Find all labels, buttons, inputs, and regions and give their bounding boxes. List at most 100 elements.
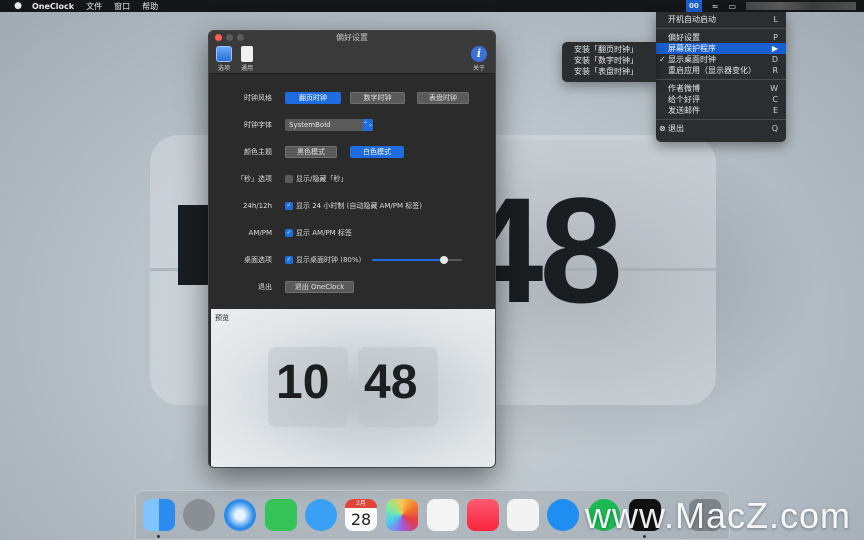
screensaver-submenu: 安装「翻页时钟」 安装「数字时钟」 安装「表盘时钟」 [562,42,656,82]
z-app-icon[interactable] [507,499,539,531]
preferences-window: 偏好设置 选项 通用 i 关于 时钟风格 翻页时钟 数字时钟 表盘时钟 时钟字体… [208,30,496,468]
menu-item-show-desktop-clock[interactable]: ✓ 显示桌面时钟 D [656,54,786,65]
24h-text[interactable]: 显示 24 小时制 (自动隐藏 AM/PM 标签) [296,199,422,213]
submenu-item-install-digital-clock[interactable]: 安装「数字时钟」 [562,55,656,66]
menu-item-label: 偏好设置 [668,33,700,42]
options-icon [216,46,232,62]
menu-item-restart-app[interactable]: 重启应用（显示器变化） R [656,65,786,76]
window-title: 偏好设置 [336,33,368,42]
menu-item-label: 发送邮件 [668,106,700,115]
desktop-clock-checkbox[interactable]: ✓ [285,256,293,264]
menu-item-label: 屏幕保护程序 [668,44,716,53]
ampm-text[interactable]: 显示 AM/PM 标签 [296,226,352,240]
menu-item-send-email[interactable]: 发送邮件 E [656,105,786,116]
flip-clock-button[interactable]: 翻页时钟 [285,92,341,104]
menu-file[interactable]: 文件 [86,1,102,12]
show-seconds-checkbox[interactable] [285,175,293,183]
app-store-icon[interactable] [547,499,579,531]
menu-item-preferences[interactable]: 偏好设置 P [656,32,786,43]
app-menu[interactable]: OneClock [32,2,74,11]
light-mode-button[interactable]: 白色模式 [350,146,404,158]
seconds-row: 「秒」选项 显示/隐藏「秒」 [209,172,495,186]
hour-format-label: 24h/12h [242,202,272,210]
facetime-icon[interactable] [265,499,297,531]
menu-item-rate[interactable]: 给个好评 C [656,94,786,105]
menu-item-author-weibo[interactable]: 作者微博 W [656,83,786,94]
desktop-options-label: 桌面选项 [244,256,272,264]
clock-style-label: 时钟风格 [244,94,272,102]
menu-item-shortcut: P [773,33,778,42]
status-area: 00 ≈ ▭ [685,0,856,12]
music-icon[interactable] [467,499,499,531]
digital-clock-button[interactable]: 数字时钟 [350,92,405,104]
preview-minutes: 48 [364,356,418,409]
quit-oneclock-button[interactable]: 退出 OneClock [285,281,354,293]
menu-separator [656,119,786,120]
finder-icon[interactable] [143,499,175,531]
clock-style-row: 时钟风格 翻页时钟 数字时钟 表盘时钟 [209,91,495,105]
safari-icon[interactable] [224,499,256,531]
calendar-day: 28 [350,510,372,529]
tab-about[interactable]: i 关于 [467,46,491,72]
oneclock-status-menu: 开机自动启动 L 偏好设置 P 屏幕保护程序 ▶ ✓ 显示桌面时钟 D 重启应用（显示器变… [656,12,786,142]
desktop-opacity-slider[interactable] [372,256,462,264]
dial-clock-button[interactable]: 表盘时钟 [417,92,469,104]
slider-knob[interactable] [440,256,448,264]
menu-item-shortcut: R [772,66,778,75]
tab-general-label: 通用 [240,65,253,72]
title-bar[interactable]: 偏好设置 [209,31,495,44]
calendar-icon[interactable]: 2月 28 [345,499,377,531]
blurred-status-items [746,2,856,10]
apple-menu-icon[interactable]: ● [12,1,24,11]
color-theme-row: 颜色主题 黑色模式 白色模式 [209,145,495,159]
menu-item-label: 开机自动启动 [668,15,716,24]
seconds-label: 「秒」选项 [237,175,272,183]
photos-icon[interactable] [386,499,418,531]
show-seconds-text[interactable]: 显示/隐藏「秒」 [296,172,347,186]
running-indicator [157,535,160,538]
menu-item-launch-at-login[interactable]: 开机自动启动 L [656,14,786,25]
submenu-item-install-dial-clock[interactable]: 安装「表盘时钟」 [562,66,656,77]
tab-options[interactable]: 选项 [212,46,236,72]
clock-font-label: 时钟字体 [244,121,272,129]
reminders-icon[interactable] [427,499,459,531]
oneclock-status-icon[interactable]: 00 [685,0,702,12]
24h-checkbox[interactable]: ✓ [285,202,293,210]
tab-options-label: 选项 [217,65,230,72]
menu-separator [656,28,786,29]
info-icon: i [471,46,487,62]
ampm-checkbox[interactable]: ✓ [285,229,293,237]
menu-bar: ● OneClock 文件 窗口 帮助 00 ≈ ▭ [0,0,864,12]
menu-window[interactable]: 窗口 [114,1,130,12]
clock-font-value: SystemBold [289,121,331,129]
messages-icon[interactable] [305,499,337,531]
general-icon [241,46,253,62]
menu-item-shortcut: E [772,106,778,115]
battery-icon[interactable]: ▭ [728,2,736,11]
menu-separator [656,79,786,80]
menu-item-label: 重启应用（显示器变化） [668,66,756,75]
menu-item-shortcut: W [770,84,778,93]
calendar-month: 2月 [345,499,377,508]
tab-general[interactable]: 通用 [235,46,259,72]
ampm-label: AM/PM [248,229,272,237]
ampm-row: AM/PM ✓ 显示 AM/PM 标签 [209,226,495,240]
checkmark-icon: ✓ [659,55,666,64]
desktop-clock-hours-digit [178,205,208,285]
menu-item-label: 退出 [668,124,684,133]
menu-item-screensaver[interactable]: 屏幕保护程序 ▶ [656,43,786,54]
menu-item-quit[interactable]: ⊗ 退出 Q [656,123,786,134]
preview-hours: 10 [276,356,330,409]
clock-font-row: 时钟字体 SystemBold ⌃⌄ [209,118,495,132]
hour-format-row: 24h/12h ✓ 显示 24 小时制 (自动隐藏 AM/PM 标签) [209,199,495,213]
wifi-icon[interactable]: ≈ [712,2,719,11]
submenu-item-install-flip-clock[interactable]: 安装「翻页时钟」 [562,44,656,55]
clock-preview: 预览 10 48 [211,309,495,467]
quit-label: 退出 [258,283,272,291]
dark-mode-button[interactable]: 黑色模式 [285,146,337,158]
launchpad-icon[interactable] [183,499,215,531]
menu-help[interactable]: 帮助 [142,1,158,12]
clock-font-select[interactable]: SystemBold ⌃⌄ [285,119,373,131]
desktop-clock-text[interactable]: 显示桌面时钟 (80%) [296,253,361,267]
menu-item-shortcut: C [772,95,778,104]
